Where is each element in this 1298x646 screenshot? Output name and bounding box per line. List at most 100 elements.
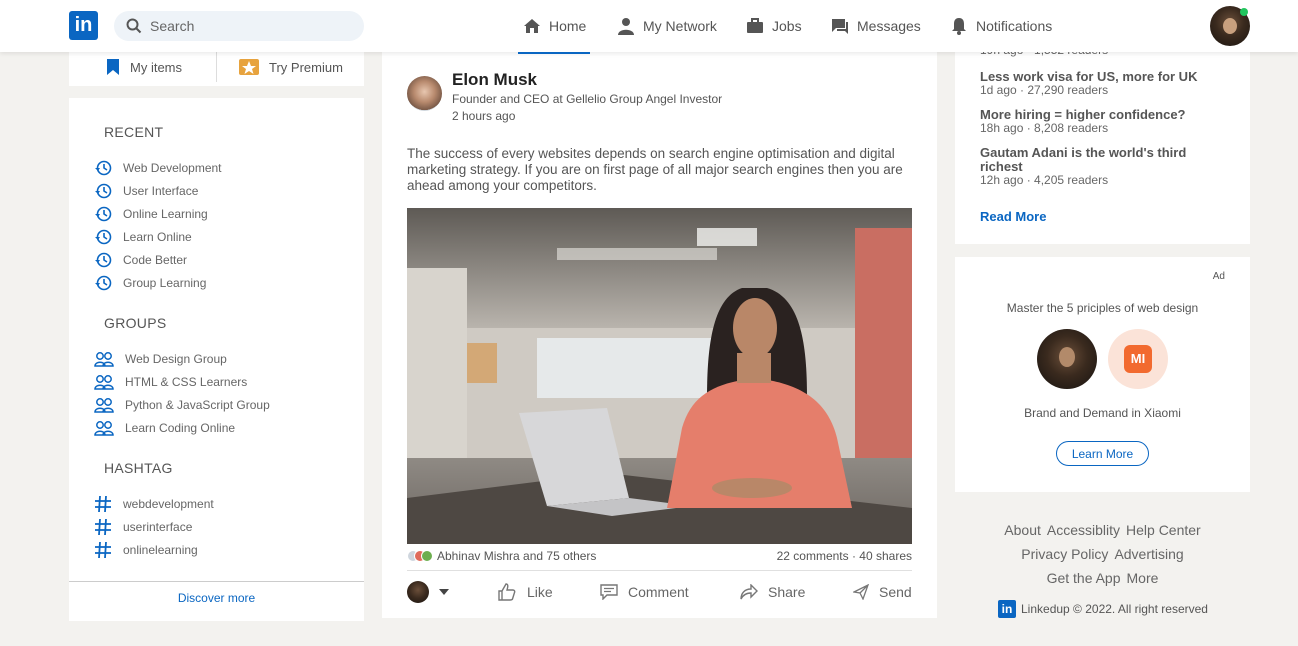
footer-link-privacy-policy[interactable]: Privacy Policy [1021,546,1108,562]
author-title: Founder and CEO at Gellelio Group Angel … [452,92,723,106]
hashtag-item[interactable]: userinterface [94,517,192,537]
nav-home-active-indicator [518,52,590,54]
reaction-icons [407,550,433,562]
share-button[interactable]: Share [740,580,805,604]
recent-item[interactable]: Learn Online [94,227,192,247]
top-navbar: in Home My Network Jobs Messages Notific… [0,0,1298,52]
ad-brand-text: Brand and Demand in Xiaomi [1024,406,1181,420]
group-item[interactable]: Learn Coding Online [94,418,235,438]
footer-link-accessibility[interactable]: Accessiblity [1047,522,1120,538]
group-icon [94,421,114,436]
nav-my-network-label: My Network [643,18,717,34]
news-meta: 18h ago · 8,208 readers [980,121,1109,135]
reaction-as-selector[interactable] [407,580,449,604]
premium-star-icon [239,59,259,75]
nav-home[interactable]: Home [523,14,586,38]
search-box[interactable] [114,11,364,41]
footer-link-more[interactable]: More [1127,570,1159,586]
linkedin-logo[interactable]: in [69,11,98,40]
news-title: Gautam Adani is the world's third riches… [980,145,1187,174]
news-meta: 1d ago · 27,290 readers [980,83,1109,97]
discover-more-link[interactable]: Discover more [69,591,364,605]
hashtag-icon [95,541,111,559]
current-user-avatar [407,581,429,603]
recent-item[interactable]: Group Learning [94,273,206,293]
comment-icon [600,584,618,600]
group-item-label: Learn Coding Online [125,421,236,435]
recent-item-label: Online Learning [123,207,208,221]
footer-link-advertising[interactable]: Advertising [1114,546,1183,562]
home-icon [524,19,540,33]
like-button[interactable]: Like [497,580,553,604]
try-premium-label: Try Premium [269,59,343,75]
nav-my-network[interactable]: My Network [617,14,717,38]
quick-links-divider [216,52,217,82]
nav-jobs[interactable]: Jobs [746,14,802,38]
news-item[interactable]: Gautam Adani is the world's third riches… [980,146,1230,187]
author-avatar[interactable] [407,76,442,111]
read-more-link[interactable]: Read More [980,209,1046,224]
xiaomi-logo: MI [1124,345,1152,373]
learn-more-button[interactable]: Learn More [1056,441,1149,466]
ad-brand-logo[interactable]: MI [1108,329,1168,389]
news-item[interactable]: Less work visa for US, more for UK 1d ag… [980,70,1230,97]
footer-link-get-the-app[interactable]: Get the App [1047,570,1121,586]
left-sidebar: RECENT Web Development User Interface On… [69,98,364,621]
people-icon [618,18,634,35]
news-meta: 12h ago · 4,205 readers [980,173,1109,187]
like-label: Like [527,584,553,600]
groups-section-title: GROUPS [104,315,167,331]
thumbs-up-icon [498,583,516,601]
author-name[interactable]: Elon Musk [452,70,537,90]
nav-notifications[interactable]: Notifications [950,14,1052,38]
copyright-text: Linkedup © 2022. All right reserved [1021,602,1208,616]
ad-user-avatar [1037,329,1097,389]
recent-item-label: Learn Online [123,230,192,244]
history-icon [95,229,112,245]
recent-item-label: Group Learning [123,276,207,290]
nav-home-label: Home [549,18,587,34]
history-icon [95,183,112,199]
bell-icon [952,18,966,35]
share-label: Share [768,584,806,600]
send-button[interactable]: Send [853,580,912,604]
hashtag-icon [95,518,111,536]
recent-item[interactable]: Online Learning [94,204,208,224]
hashtag-item[interactable]: onlinelearning [94,540,198,560]
hashtag-item-label: webdevelopment [123,497,214,511]
news-item[interactable]: More hiring = higher confidence? 18h ago… [980,108,1230,135]
chevron-down-icon [439,589,449,595]
online-status-dot [1240,8,1248,16]
history-icon [95,206,112,222]
ad-text: Master the 5 priciples of web design [1006,301,1199,315]
group-icon [94,352,114,367]
hashtag-item-label: userinterface [123,520,193,534]
recent-section-title: RECENT [104,124,164,140]
search-input[interactable] [150,11,350,41]
nav-notifications-label: Notifications [976,18,1053,34]
recent-item[interactable]: Web Development [94,158,222,178]
recent-item[interactable]: User Interface [94,181,198,201]
news-title: More hiring = higher confidence? [980,107,1186,122]
reactions-summary[interactable]: Abhinav Mishra and 75 others [407,549,596,563]
hashtag-item[interactable]: webdevelopment [94,494,214,514]
group-item[interactable]: HTML & CSS Learners [94,372,247,392]
comment-button[interactable]: Comment [600,580,689,604]
post-image[interactable] [407,208,912,544]
recent-item[interactable]: Code Better [94,250,187,270]
ad-label: Ad [1212,271,1225,282]
my-items-link[interactable]: My items [106,52,182,82]
footer-link-help-center[interactable]: Help Center [1126,522,1201,538]
comments-shares-count[interactable]: 22 comments · 40 shares [777,549,912,563]
nav-jobs-label: Jobs [772,18,802,34]
footer-logo: in [998,600,1016,618]
news-panel: 19h ago · 1,552 readers Less work visa f… [955,44,1250,244]
footer-link-about[interactable]: About [1004,522,1041,538]
copyright: in Linkedup © 2022. All right reserved [998,600,1208,618]
try-premium-link[interactable]: Try Premium [239,52,343,82]
group-item[interactable]: Python & JavaScript Group [94,395,270,415]
nav-messages[interactable]: Messages [831,14,921,38]
group-item[interactable]: Web Design Group [94,349,227,369]
post-actions: Like Comment Share Send [407,580,917,604]
left-divider [69,581,364,582]
